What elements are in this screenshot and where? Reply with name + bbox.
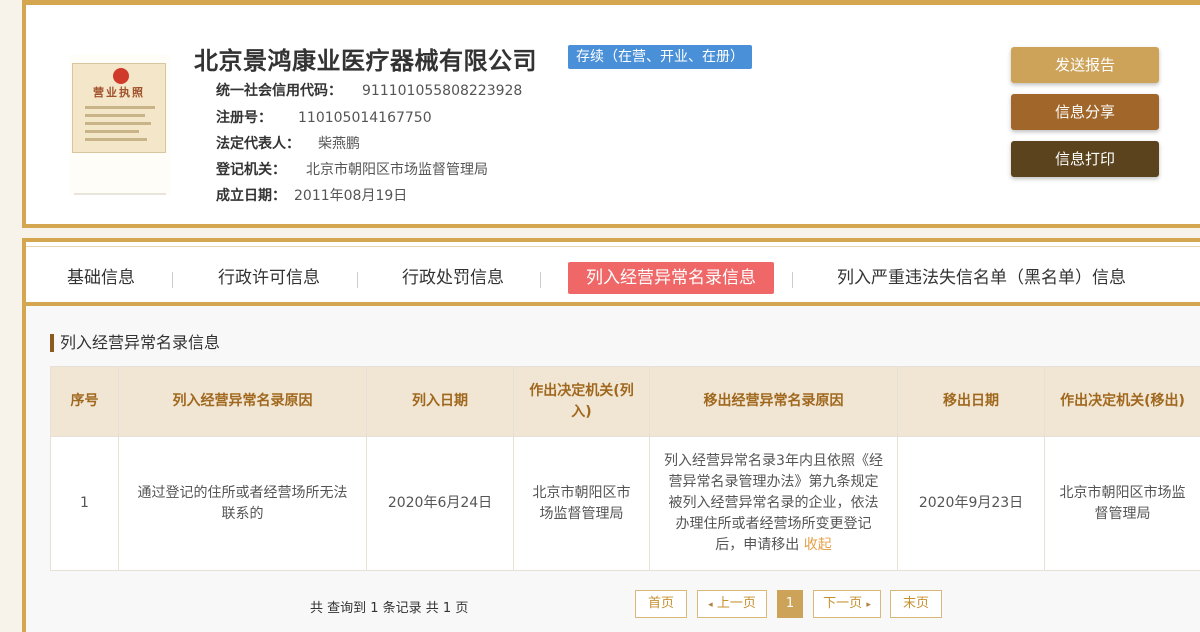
info-value: 2011年08月19日	[294, 188, 408, 204]
first-page-button[interactable]: 首页	[635, 590, 687, 618]
collapse-link[interactable]: 收起	[804, 537, 832, 553]
table-row: 1 通过登记的住所或者经营场所无法联系的 2020年6月24日 北京市朝阳区市场…	[50, 436, 1200, 571]
info-value: 北京市朝阳区市场监督管理局	[306, 162, 488, 178]
tab-blacklist[interactable]: 列入严重违法失信名单（黑名单）信息	[837, 262, 1126, 294]
tab-divider	[172, 272, 173, 288]
page-margin	[0, 0, 22, 632]
info-label: 注册号：	[216, 110, 272, 126]
share-info-button[interactable]: 信息分享	[1011, 94, 1159, 130]
prev-page-label: 上一页	[716, 596, 756, 611]
info-value: 110105014167750	[298, 110, 432, 126]
info-legal-representative: 法定代表人： 柴燕鹏	[216, 133, 360, 153]
business-license-image[interactable]: 营业执照	[70, 55, 170, 195]
license-text-line	[85, 106, 155, 109]
main-panel: 基础信息 行政许可信息 行政处罚信息 列入经营异常名录信息 列入严重违法失信名单…	[22, 238, 1200, 632]
tab-divider	[357, 272, 358, 288]
cell-date-out: 2020年9月23日	[897, 436, 1045, 571]
column-header: 列入日期	[366, 366, 514, 437]
cell-reason-in: 通过登记的住所或者经营场所无法联系的	[118, 436, 367, 571]
column-header: 移出经营异常名录原因	[649, 366, 898, 437]
print-info-button[interactable]: 信息打印	[1011, 141, 1159, 177]
info-value: 柴燕鹏	[318, 136, 360, 152]
license-text-line	[85, 122, 151, 125]
current-page-button[interactable]: 1	[777, 590, 803, 618]
tab-divider	[540, 272, 541, 288]
license-text-line	[85, 114, 145, 117]
next-page-label: 下一页	[823, 596, 863, 611]
info-credit-code: 统一社会信用代码： 911101055808223928	[216, 80, 522, 100]
column-header: 作出决定机关(移出)	[1044, 366, 1200, 437]
info-registration-authority: 登记机关： 北京市朝阳区市场监督管理局	[216, 159, 488, 179]
pager-summary: 共 查询到 1 条记录 共 1 页	[310, 601, 469, 616]
license-text-line	[85, 138, 147, 141]
section-title: 列入经营异常名录信息	[50, 334, 220, 352]
last-page-button[interactable]: 末页	[890, 590, 942, 618]
tab-bar: 基础信息 行政许可信息 行政处罚信息 列入经营异常名录信息 列入严重违法失信名单…	[26, 242, 1200, 306]
tab-basic-info[interactable]: 基础信息	[67, 262, 135, 294]
license-shadow	[74, 193, 166, 195]
status-badge: 存续（在营、开业、在册）	[568, 45, 752, 69]
column-header: 序号	[50, 366, 119, 437]
info-label: 法定代表人：	[216, 136, 300, 152]
info-registration-number: 注册号： 110105014167750	[216, 107, 432, 127]
column-header: 列入经营异常名录原因	[118, 366, 367, 437]
tab-administrative-license[interactable]: 行政许可信息	[218, 262, 320, 294]
tab-divider	[792, 272, 793, 288]
cell-index: 1	[50, 436, 119, 571]
info-label: 成立日期：	[216, 188, 286, 204]
prev-page-button[interactable]: ◂ 上一页	[697, 590, 767, 618]
info-establishment-date: 成立日期： 2011年08月19日	[216, 185, 407, 205]
national-emblem-icon	[113, 68, 129, 84]
cell-reason-out: 列入经营异常名录3年内且依照《经营异常名录管理办法》第九条规定被列入经营异常名录…	[649, 436, 898, 571]
table-header-row: 序号 列入经营异常名录原因 列入日期 作出决定机关(列入) 移出经营异常名录原因…	[50, 366, 1200, 437]
info-label: 统一社会信用代码：	[216, 83, 342, 99]
license-title: 营业执照	[93, 86, 145, 99]
info-value: 911101055808223928	[362, 83, 523, 99]
chevron-right-icon: ▸	[866, 600, 871, 610]
next-page-button[interactable]: 下一页 ▸	[813, 590, 881, 618]
column-header: 作出决定机关(列入)	[513, 366, 650, 437]
tab-abnormal-operation[interactable]: 列入经营异常名录信息	[568, 262, 774, 294]
reason-out-text: 列入经营异常名录3年内且依照《经营异常名录管理办法》第九条规定被列入经营异常名录…	[664, 453, 883, 553]
column-header: 移出日期	[897, 366, 1045, 437]
cell-authority-out: 北京市朝阳区市场监督管理局	[1044, 436, 1200, 571]
cell-authority-in: 北京市朝阳区市场监督管理局	[513, 436, 650, 571]
info-label: 登记机关：	[216, 162, 286, 178]
company-header-card: 营业执照 北京景鸿康业医疗器械有限公司 存续（在营、开业、在册） 统一社会信用代…	[22, 0, 1200, 228]
chevron-left-icon: ◂	[708, 600, 713, 610]
abnormal-records-table: 序号 列入经营异常名录原因 列入日期 作出决定机关(列入) 移出经营异常名录原因…	[50, 366, 1200, 571]
company-name: 北京景鸿康业医疗器械有限公司	[194, 47, 537, 75]
license-frame: 营业执照	[72, 63, 166, 153]
send-report-button[interactable]: 发送报告	[1011, 47, 1159, 83]
tab-administrative-penalty[interactable]: 行政处罚信息	[402, 262, 504, 294]
cell-date-in: 2020年6月24日	[366, 436, 514, 571]
license-text-line	[85, 130, 139, 133]
